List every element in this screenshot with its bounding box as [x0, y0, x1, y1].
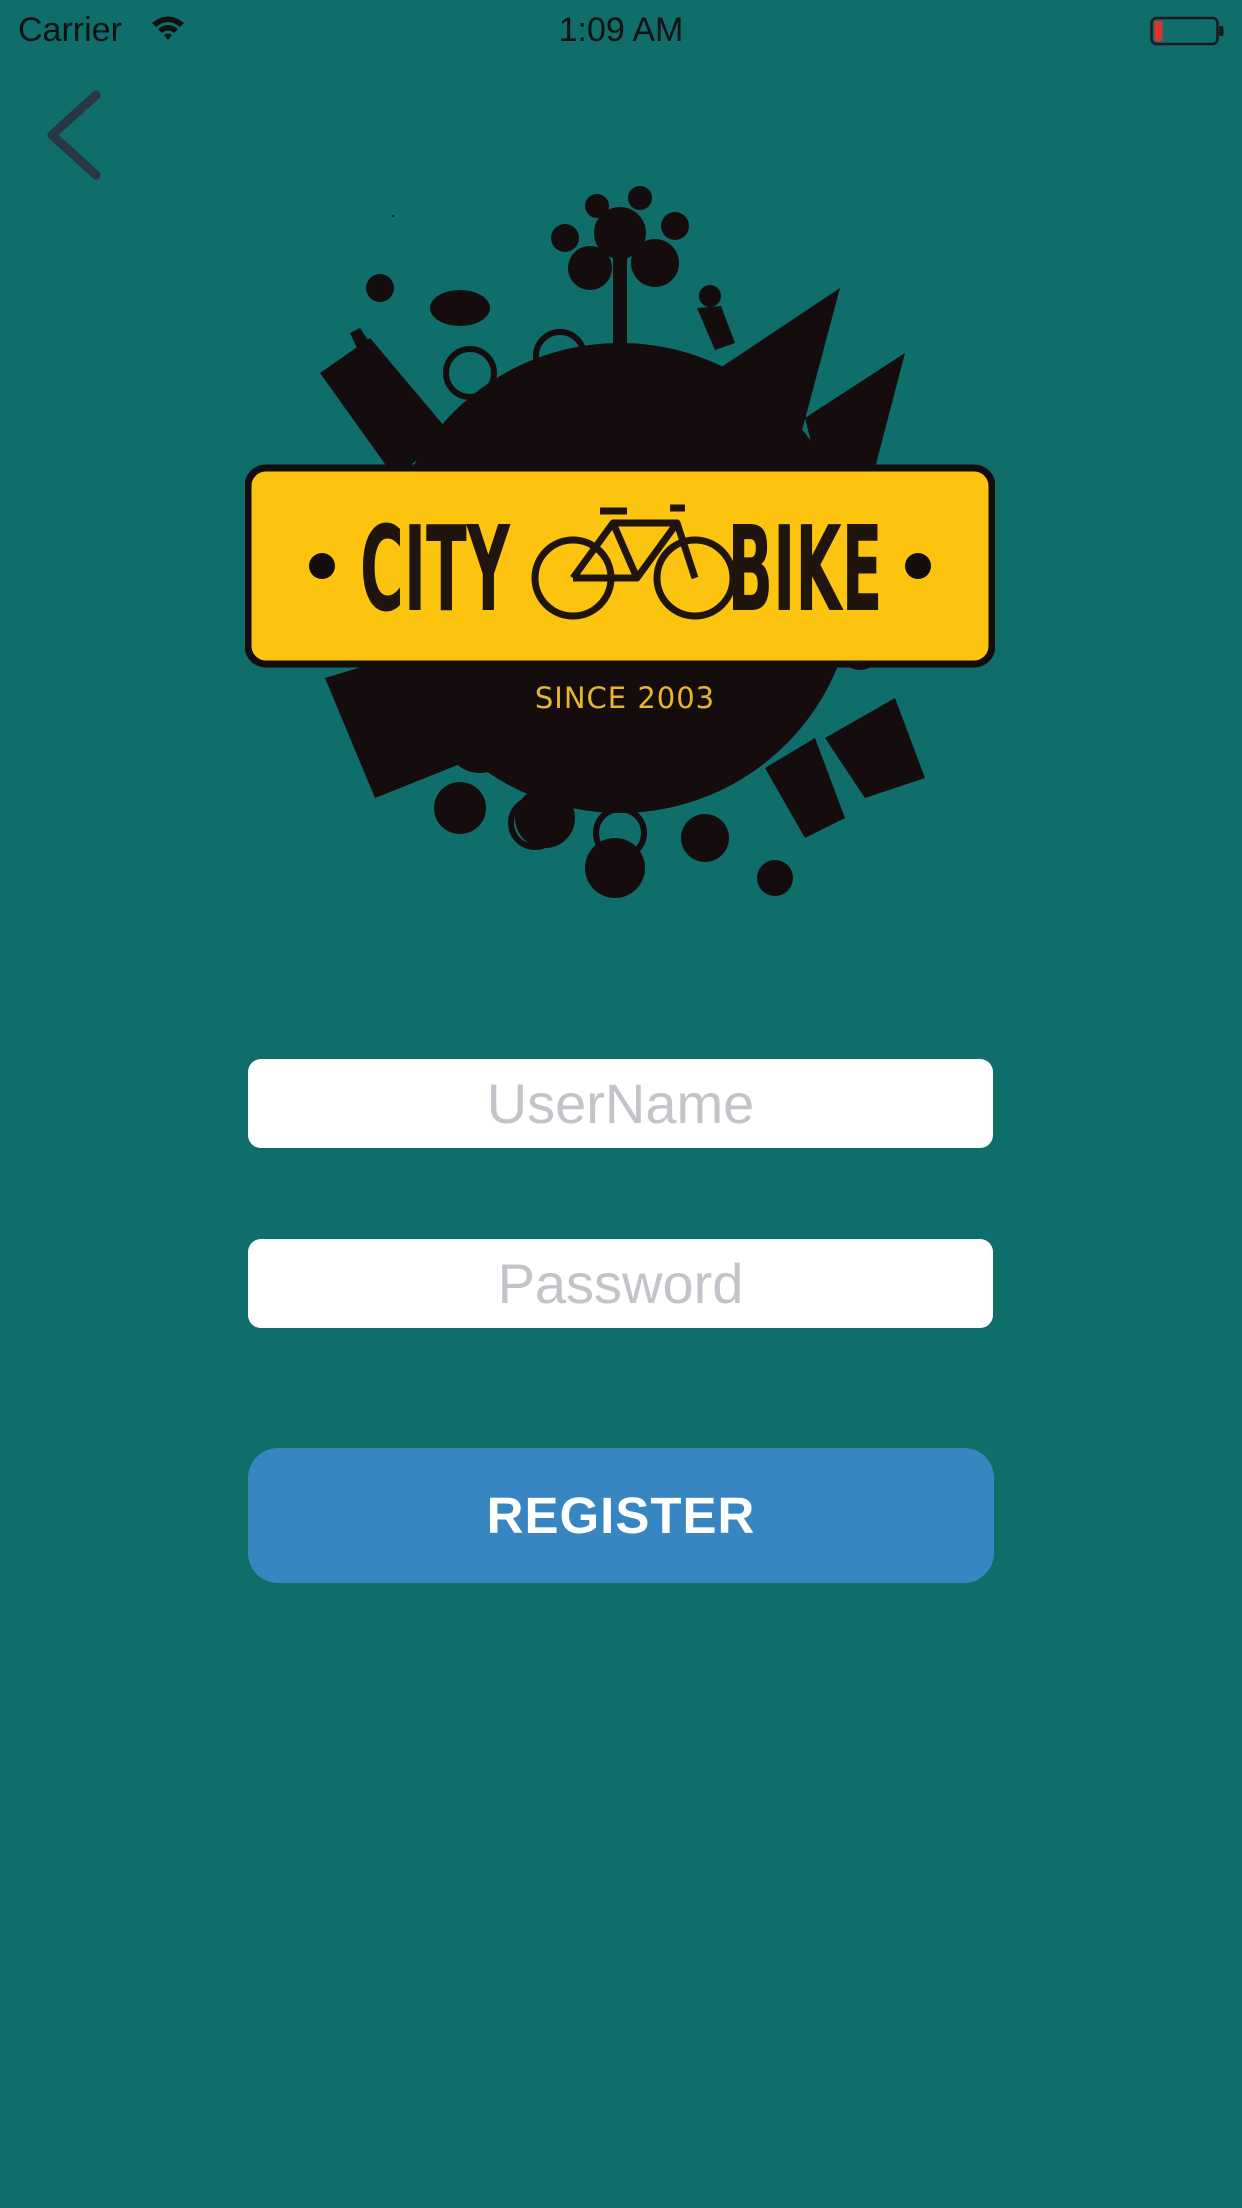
status-bar: Carrier 1:09 AM [0, 0, 1242, 60]
city-bike-logo: CITY BIKE SINCE 2003 [245, 186, 995, 898]
logo-tagline: SINCE 2003 [535, 681, 715, 715]
register-button[interactable]: REGISTER [248, 1448, 994, 1583]
logo-text-bike: BIKE [728, 500, 883, 638]
battery-icon [1150, 16, 1224, 46]
chevron-left-icon [47, 90, 101, 180]
username-input[interactable] [248, 1059, 993, 1148]
logo-text-city: CITY [360, 500, 511, 638]
back-button[interactable] [40, 85, 110, 185]
clock: 1:09 AM [558, 11, 684, 49]
password-input[interactable] [248, 1239, 993, 1328]
register-button-label: REGISTER [486, 1487, 756, 1544]
